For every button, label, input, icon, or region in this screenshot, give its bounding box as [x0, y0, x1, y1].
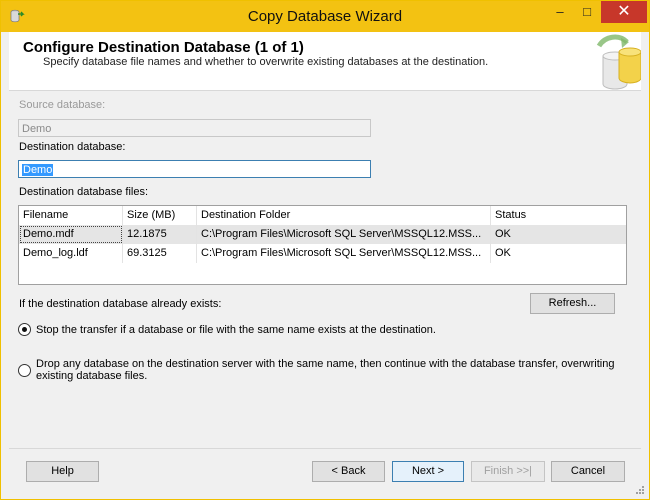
drop-database-radio[interactable] [18, 364, 31, 377]
source-database-label: Source database: [19, 99, 106, 111]
cell-filename[interactable]: Demo_log.ldf [19, 244, 123, 263]
cell-size[interactable]: 69.3125 [123, 244, 197, 263]
maximize-button[interactable]: □ [574, 1, 600, 23]
close-icon: ✕ [617, 3, 631, 20]
cell-status: OK [495, 228, 511, 240]
database-copy-icon [596, 34, 641, 90]
next-button[interactable]: Next > [392, 461, 464, 482]
refresh-button[interactable]: Refresh... [530, 293, 615, 314]
cell-filename[interactable]: Demo.mdf [19, 225, 123, 244]
destination-database-value: Demo [22, 164, 54, 176]
destination-database-input[interactable]: Demo [18, 160, 371, 178]
page-subtitle: Specify database file names and whether … [43, 56, 489, 68]
destination-database-label: Destination database: [19, 141, 126, 153]
column-header-filename[interactable]: Filename [19, 206, 123, 225]
exists-label: If the destination database already exis… [19, 298, 222, 310]
page-header: Configure Destination Database (1 of 1) … [9, 32, 641, 91]
wizard-window: Copy Database Wizard – □ ✕ Configure Des… [0, 0, 650, 500]
minimize-button[interactable]: – [546, 1, 574, 23]
maximize-icon: □ [583, 4, 591, 19]
table-row[interactable]: Demo.mdf 12.1875 C:\Program Files\Micros… [19, 225, 626, 244]
minimize-icon: – [556, 4, 564, 19]
close-button[interactable]: ✕ [601, 1, 647, 23]
page-title: Configure Destination Database (1 of 1) [23, 39, 304, 56]
table-row[interactable]: Demo_log.ldf 69.3125 C:\Program Files\Mi… [19, 244, 626, 263]
drop-database-label[interactable]: Drop any database on the destination ser… [36, 358, 614, 382]
finish-button: Finish >>| [471, 461, 545, 482]
drop-database-label-line1: Drop any database on the destination ser… [36, 358, 615, 370]
source-database-field: Demo [18, 119, 371, 137]
title-bar[interactable]: Copy Database Wizard – □ ✕ [1, 1, 649, 32]
help-button[interactable]: Help [26, 461, 99, 482]
cell-status: OK [495, 247, 511, 259]
resize-grip-icon[interactable] [633, 483, 645, 495]
destination-files-label: Destination database files: [19, 186, 149, 198]
destination-files-grid[interactable]: Filename Size (MB) Destination Folder St… [18, 205, 627, 285]
drop-database-label-line2: existing database files. [36, 370, 148, 382]
back-button[interactable]: < Back [312, 461, 385, 482]
cell-destination-folder[interactable]: C:\Program Files\Microsoft SQL Server\MS… [197, 225, 491, 244]
stop-transfer-radio[interactable] [18, 323, 31, 336]
column-header-size[interactable]: Size (MB) [123, 206, 197, 225]
column-header-status[interactable]: Status [491, 206, 626, 225]
stop-transfer-label[interactable]: Stop the transfer if a database or file … [36, 324, 436, 336]
column-header-destination-folder[interactable]: Destination Folder [197, 206, 491, 225]
cell-size[interactable]: 12.1875 [123, 225, 197, 244]
cell-destination-folder[interactable]: C:\Program Files\Microsoft SQL Server\MS… [197, 244, 491, 263]
cancel-button[interactable]: Cancel [551, 461, 625, 482]
